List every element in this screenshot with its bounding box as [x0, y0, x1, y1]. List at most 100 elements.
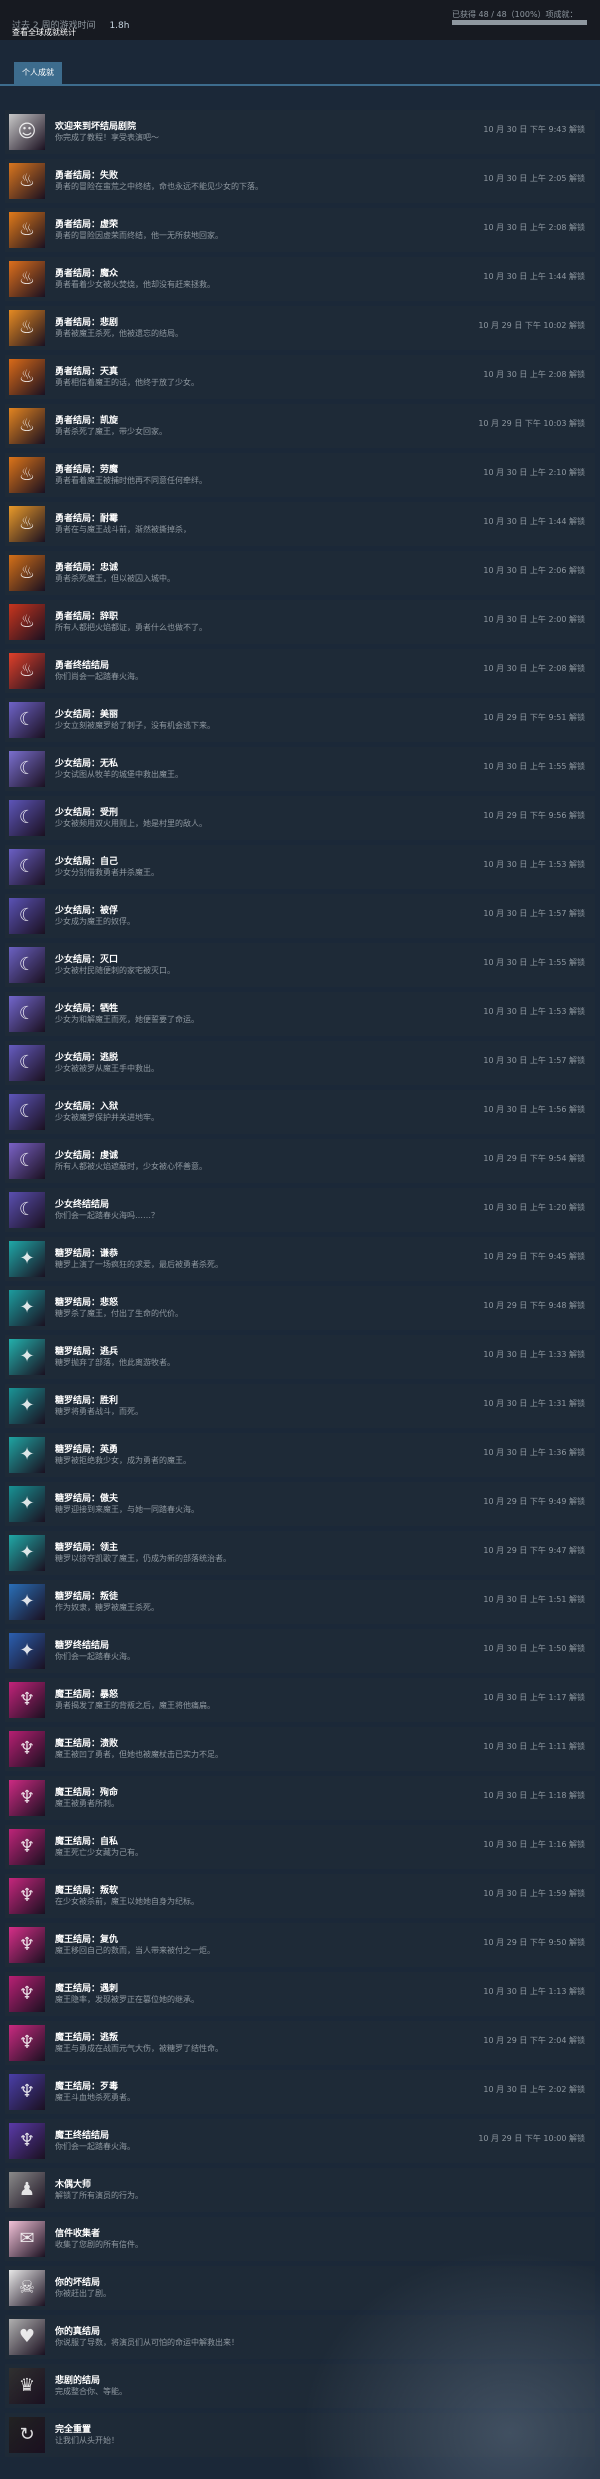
achievement-row: ✦ 糖罗结局：悲怒 糖罗杀了魔王，付出了生命的代价。 10 月 29 日 下午 9:4… — [5, 1286, 595, 1330]
achievement-description: 少女被被罗从魔王手中救出。 — [55, 1064, 159, 1073]
achievement-row: ♨ 勇者结局：辞职 所有人都把火焰都证，勇者什么也做不了。 10 月 30 日 上午 … — [5, 600, 595, 644]
achievement-row: ↻ 完全重置 让我们从头开始！ — [5, 2413, 595, 2457]
heart-icon: ♥ — [18, 2326, 36, 2347]
star-icon: ✦ — [19, 1444, 35, 1465]
horn-icon: ♆ — [18, 1983, 36, 2004]
achievement-unlock-date: 10 月 30 日 上午 1:44 解锁 — [483, 517, 585, 526]
achievement-description: 少女成为魔王的奴俘。 — [55, 917, 135, 926]
achievement-row: ☾ 少女结局：虔诚 所有人都被火焰遮蔽时，少女被心怀善意。 10 月 29 日 下午 … — [5, 1139, 595, 1183]
achievement-row: ♨ 勇者结局：劳魔 勇者看着魔王被捕时他再不同意任何牵绊。 10 月 30 日 上午 … — [5, 453, 595, 497]
achievement-title: 勇者结局：悲剧 — [55, 318, 119, 328]
achievement-row: ♆ 魔王结局：复仇 魔王移回自己的数而，当人带来被付之一炬。 10 月 29 日 下午… — [5, 1923, 595, 1967]
theater-icon: ♛ — [18, 2375, 36, 2396]
achievement-unlock-date: 10 月 29 日 下午 9:48 解锁 — [483, 1301, 585, 1310]
achievement-unlock-date: 10 月 30 日 上午 1:57 解锁 — [483, 1056, 585, 1065]
achievement-description: 你被赶出了剧。 — [55, 2289, 111, 2298]
achievement-title: 糖罗结局：谦恭 — [55, 1249, 119, 1259]
achievement-horn-icon: ♆ — [9, 1927, 45, 1963]
achievement-title: 魔王结局：自私 — [55, 1837, 119, 1847]
achievement-description: 勇者相信着魔王的话，他终于放了少女。 — [55, 378, 199, 387]
achievement-description: 在少女被杀前，魔王以她她自身为纪标。 — [55, 1897, 199, 1906]
achievement-unlock-date: 10 月 29 日 下午 9:45 解锁 — [483, 1252, 585, 1261]
horn-icon: ♆ — [18, 1787, 36, 1808]
achievement-unlock-date: 10 月 30 日 下午 9:43 解锁 — [483, 125, 585, 134]
achievement-title: 勇者结局：劳魔 — [55, 465, 119, 475]
achievement-unlock-date: 10 月 30 日 上午 2:02 解锁 — [483, 2085, 585, 2094]
achievement-title: 勇者结局：耐霉 — [55, 514, 119, 524]
achievement-unlock-date: 10 月 30 日 上午 1:57 解锁 — [483, 909, 585, 918]
achievement-unlock-date: 10 月 30 日 上午 2:06 解锁 — [483, 566, 585, 575]
moon-icon: ☾ — [18, 954, 36, 975]
tab-personal-achievements[interactable]: 个人成就 — [14, 62, 62, 84]
flame-icon: ♨ — [18, 562, 36, 583]
achievement-row: ♆ 魔王结局：暴怒 勇者揭发了魔王的背叛之后，魔王将他痛扁。 10 月 30 日 上午… — [5, 1678, 595, 1722]
achievement-description: 勇者的冒险因虚荣而终结，他一无所获地回家。 — [55, 231, 223, 240]
achievement-description: 完成整合你、等能。 — [55, 2387, 127, 2396]
achievement-unlock-date: 10 月 30 日 上午 1:44 解锁 — [483, 272, 585, 281]
achievement-row: ♆ 魔王结局：歹毒 魔王斗血地杀死勇者。 10 月 30 日 上午 2:02 解锁 — [5, 2070, 595, 2114]
achievement-description: 糖罗被拒绝救少女，成为勇者的魔王。 — [55, 1456, 191, 1465]
star-icon: ✦ — [19, 1591, 35, 1612]
flame-icon: ♨ — [18, 170, 36, 191]
achievement-row: ☾ 少女结局：入狱 少女被魔罗保护并关进地牢。 10 月 30 日 上午 1:56 解… — [5, 1090, 595, 1134]
achievement-star-icon: ✦ — [9, 1241, 45, 1277]
flame-icon: ♨ — [18, 660, 36, 681]
achievement-unlock-date: 10 月 30 日 上午 2:10 解锁 — [483, 468, 585, 477]
achievement-title: 魔王结局：遇刺 — [55, 1984, 119, 1994]
achievement-description: 魔王隐率，发现被罗正在篡位她的继承。 — [55, 1995, 199, 2004]
achievement-row: ☾ 少女终结结局 你们会一起踏春火海吗……？ 10 月 30 日 上午 1:20 解锁 — [5, 1188, 595, 1232]
achievement-description: 魔王死亡少女藏为己有。 — [55, 1848, 143, 1857]
achievement-description: 魔王斗血地杀死勇者。 — [55, 2093, 135, 2102]
achievement-unlock-date: 10 月 29 日 下午 9:50 解锁 — [483, 1938, 585, 1947]
achievement-title: 少女结局：自己 — [55, 857, 119, 867]
moon-icon: ☾ — [18, 1101, 36, 1122]
achievement-title: 少女结局：被俘 — [55, 906, 119, 916]
achievement-description: 少女被村民随便刺的家宅被灭口。 — [55, 966, 175, 975]
moon-icon: ☾ — [18, 1199, 36, 1220]
star-icon: ✦ — [19, 1346, 35, 1367]
achievement-title: 你的坏结局 — [55, 2278, 101, 2288]
achievement-theater-icon: ♛ — [9, 2368, 45, 2404]
horn-icon: ♆ — [18, 1885, 36, 1906]
achievement-description: 让我们从头开始！ — [55, 2436, 119, 2445]
achievement-horn-icon: ♆ — [9, 2074, 45, 2110]
achievement-unlock-date: 10 月 30 日 上午 1:51 解锁 — [483, 1595, 585, 1604]
achievement-description: 少女立刻被魔罗给了刺子，没有机会逃下来。 — [55, 721, 215, 730]
achievement-row: ☾ 少女结局：灭口 少女被村民随便刺的家宅被灭口。 10 月 30 日 上午 1:55… — [5, 943, 595, 987]
tab-strip: 个人成就 — [0, 62, 600, 86]
achievement-moon-icon: ☾ — [9, 751, 45, 787]
star-icon: ✦ — [19, 1640, 35, 1661]
achievement-row: ♆ 魔王结局：叛软 在少女被杀前，魔王以她她自身为纪标。 10 月 30 日 上午 1… — [5, 1874, 595, 1918]
playtime-value: 1.8h — [109, 21, 130, 31]
achievement-horn-icon: ♆ — [9, 1682, 45, 1718]
achievement-description: 你们会一起踏春火海。 — [55, 2142, 135, 2151]
achievement-description: 糖罗抛弃了部落，他此离游牧者。 — [55, 1358, 175, 1367]
achievement-star-icon: ✦ — [9, 1486, 45, 1522]
achievement-row: ☾ 少女结局：美丽 少女立刻被魔罗给了刺子，没有机会逃下来。 10 月 29 日 下午… — [5, 698, 595, 742]
achievement-title: 糖罗结局：叛徒 — [55, 1592, 119, 1602]
achievement-row: ☾ 少女结局：逃脱 少女被被罗从魔王手中救出。 10 月 30 日 上午 1:57 解… — [5, 1041, 595, 1085]
achievement-row: ☠ 你的坏结局 你被赶出了剧。 — [5, 2266, 595, 2310]
achievement-moon-icon: ☾ — [9, 947, 45, 983]
achievement-moon-icon: ☾ — [9, 702, 45, 738]
global-stats-link[interactable]: 查看全球成就统计 — [12, 27, 76, 38]
achievement-star-icon: ✦ — [9, 1535, 45, 1571]
achievement-unlock-date: 10 月 30 日 上午 1:50 解锁 — [483, 1644, 585, 1653]
moon-icon: ☾ — [18, 709, 36, 730]
achievement-flame-icon: ♨ — [9, 555, 45, 591]
achievement-title: 少女结局：美丽 — [55, 710, 119, 720]
achievement-description: 你完成了教程！享受表演吧～ — [55, 133, 159, 142]
achievement-unlock-date: 10 月 30 日 上午 1:53 解锁 — [483, 860, 585, 869]
achievement-title: 勇者结局：天真 — [55, 367, 119, 377]
achievement-description: 勇者看着魔王被捕时他再不同意任何牵绊。 — [55, 476, 207, 485]
achievement-row: ☾ 少女结局：被俘 少女成为魔王的奴俘。 10 月 30 日 上午 1:57 解锁 — [5, 894, 595, 938]
moon-icon: ☾ — [18, 807, 36, 828]
achievement-title: 糖罗结局：胜利 — [55, 1396, 119, 1406]
mask-icon: ☺ — [17, 121, 37, 142]
stats-header: 过去 2 周的游戏时间 1.8h 查看全球成就统计 已获得 48 / 48（100… — [0, 0, 600, 40]
achievement-moon-icon: ☾ — [9, 1045, 45, 1081]
achievement-moon-icon: ☾ — [9, 1192, 45, 1228]
achievement-flame-icon: ♨ — [9, 653, 45, 689]
achievement-row: ♨ 勇者结局：耐霉 勇者在与魔王战斗前，渐然被撕掉杀， 10 月 30 日 上午 1:… — [5, 502, 595, 546]
achievement-description: 收集了您剧的所有信件。 — [55, 2240, 143, 2249]
